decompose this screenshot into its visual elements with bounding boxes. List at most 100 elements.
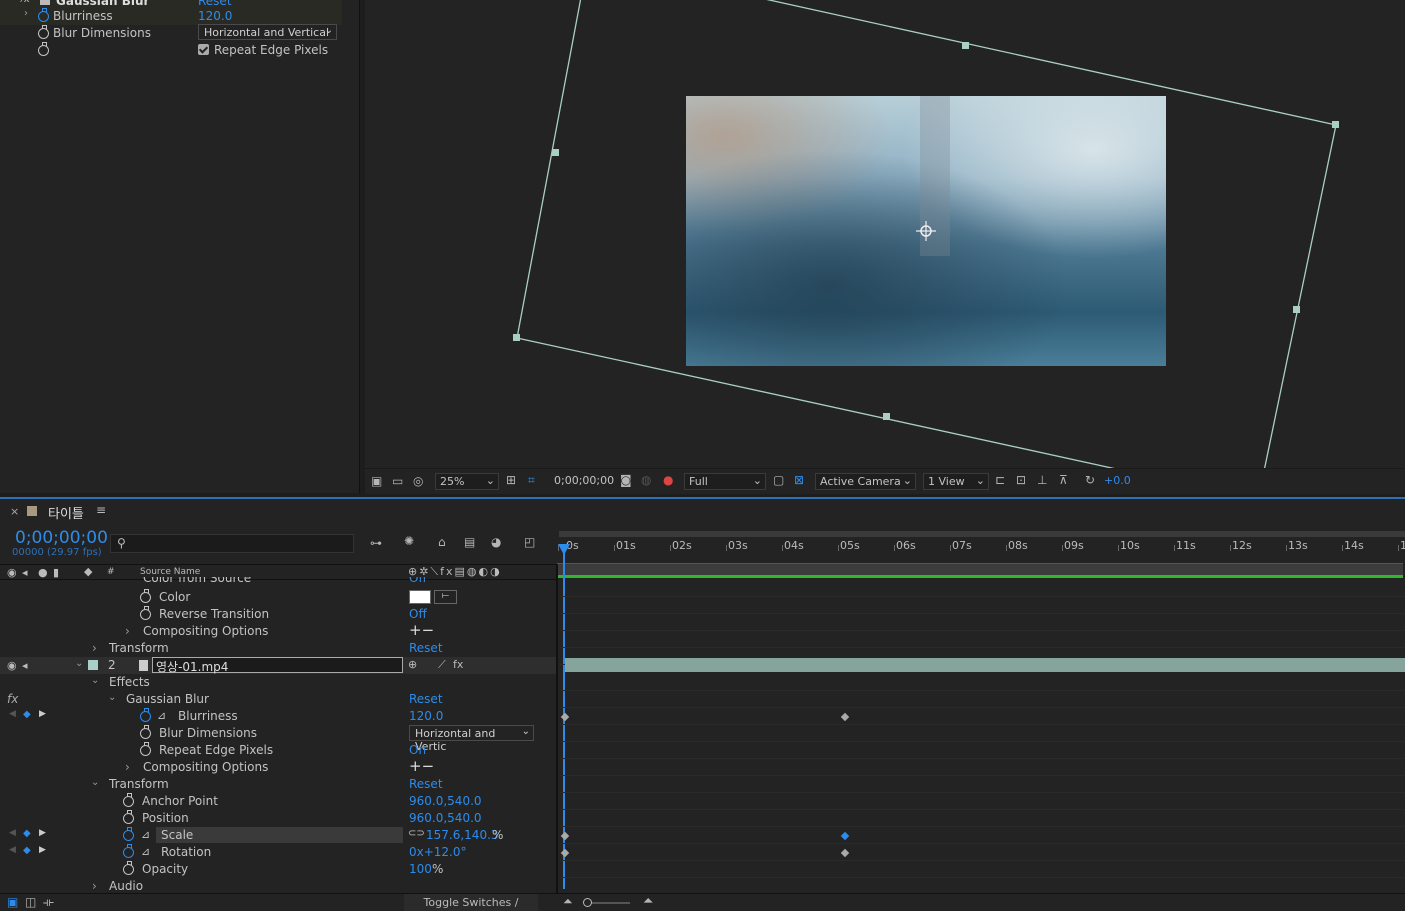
quality-switch-icon[interactable]: ⟋ bbox=[438, 658, 446, 672]
expand-arrow-icon[interactable]: › bbox=[92, 879, 97, 893]
fx-blur-dimensions-dropdown[interactable]: Horizontal and Vertical ⌄ bbox=[198, 24, 337, 40]
stopwatch-icon[interactable] bbox=[123, 844, 134, 858]
speaker-icon[interactable]: ◂ bbox=[22, 659, 28, 672]
col-source-name[interactable]: Source Name bbox=[140, 567, 200, 577]
value[interactable]: Off bbox=[409, 577, 427, 585]
comp-flowchart-icon[interactable]: ⊶ bbox=[370, 536, 382, 550]
next-keyframe-icon[interactable]: ▶ bbox=[39, 828, 46, 838]
zoom-dropdown[interactable]: 25% ⌄ bbox=[435, 473, 499, 490]
value[interactable]: 0x+12.0° bbox=[409, 845, 467, 859]
collapse-arrow-icon[interactable]: ⌄ bbox=[91, 675, 99, 686]
region-of-interest-icon[interactable]: ▢ bbox=[773, 473, 784, 487]
layer-duration-bar[interactable] bbox=[565, 658, 1405, 672]
effect-reset-link[interactable]: Reset bbox=[198, 0, 232, 8]
transform-handle[interactable] bbox=[1293, 306, 1300, 313]
mask-visibility-icon[interactable]: ⌗ bbox=[528, 473, 535, 488]
shy-layers-icon[interactable]: ⌂ bbox=[438, 535, 446, 549]
zoom-in-icon[interactable]: ⏶ bbox=[643, 894, 653, 909]
transform-handle[interactable] bbox=[552, 149, 559, 156]
value[interactable]: 960.0,540.0 bbox=[409, 794, 482, 808]
timeline-timecode[interactable]: 0;00;00;00 bbox=[15, 528, 108, 548]
transform-handle[interactable] bbox=[962, 42, 969, 49]
zoom-out-icon[interactable]: ⏶ bbox=[563, 894, 573, 909]
collapse-arrow-icon[interactable]: ⌄ bbox=[91, 777, 99, 788]
effect-enable-checkbox[interactable] bbox=[40, 0, 50, 5]
graph-editor-icon[interactable]: ◰ bbox=[524, 535, 535, 549]
composition-viewer[interactable] bbox=[365, 0, 1405, 468]
prev-keyframe-icon[interactable]: ◀ bbox=[9, 845, 16, 855]
add-remove-icon[interactable]: +− bbox=[409, 757, 434, 775]
fx-icon[interactable]: fx bbox=[7, 692, 18, 706]
tab-menu-icon[interactable]: ≡ bbox=[96, 503, 106, 517]
transform-handle[interactable] bbox=[883, 413, 890, 420]
vr-icon[interactable]: ◎ bbox=[413, 474, 423, 488]
timeline-icon[interactable]: ⊥ bbox=[1037, 473, 1047, 487]
value[interactable]: 157.6,140.3 bbox=[426, 828, 499, 842]
transform-handle[interactable] bbox=[1332, 121, 1339, 128]
stopwatch-icon[interactable] bbox=[140, 708, 151, 722]
reset-link[interactable]: Reset bbox=[409, 777, 443, 791]
view-layout-dropdown[interactable]: 1 View ⌄ bbox=[923, 473, 989, 490]
always-preview-icon[interactable]: ▣ bbox=[371, 474, 382, 488]
color-swatch[interactable] bbox=[409, 590, 431, 604]
stopwatch-icon[interactable] bbox=[38, 8, 49, 22]
motion-blur-icon[interactable]: ◕ bbox=[491, 535, 501, 549]
layer-row-video[interactable]: ◉ ◂ ⌄ 2 영상-01.mp4 ⊕ ⟋ fx bbox=[0, 657, 556, 674]
resolution-dropdown[interactable]: Full ⌄ bbox=[684, 473, 766, 490]
expand-arrow-icon[interactable]: › bbox=[24, 8, 28, 19]
frame-blending-icon[interactable]: ▤ bbox=[464, 535, 475, 549]
reset-exposure-icon[interactable]: ↻ bbox=[1085, 473, 1095, 487]
value[interactable]: 120.0 bbox=[409, 709, 443, 723]
layer-search-input[interactable]: ⚲ bbox=[110, 534, 354, 553]
flowchart-icon[interactable]: ⊼ bbox=[1059, 473, 1068, 487]
add-keyframe-icon[interactable]: ◆ bbox=[23, 709, 31, 720]
toggle-pixel-aspect-icon[interactable]: ⊏ bbox=[995, 473, 1005, 487]
toggle-switches-modes-button[interactable]: Toggle Switches / Modes bbox=[404, 894, 538, 911]
value[interactable]: 100 bbox=[409, 862, 432, 876]
time-ruler[interactable]: 0s 01s 02s 03s 04s 05s 06s 07s 08s 09s 10s 11s 12s 13… bbox=[557, 529, 1405, 579]
add-keyframe-icon[interactable]: ◆ bbox=[23, 845, 31, 856]
eye-icon[interactable]: ◉ bbox=[7, 659, 17, 672]
channel-icon[interactable]: ● bbox=[663, 473, 673, 487]
close-tab-icon[interactable]: × bbox=[10, 505, 19, 518]
constrain-link-icon[interactable]: ⊂⊃ bbox=[408, 828, 425, 839]
stopwatch-icon[interactable] bbox=[140, 589, 151, 603]
work-area-bar[interactable] bbox=[559, 531, 1405, 537]
zoom-slider-thumb[interactable] bbox=[583, 898, 592, 907]
panel-divider[interactable] bbox=[556, 564, 558, 893]
stopwatch-icon[interactable] bbox=[140, 742, 151, 756]
collapse-arrow-icon[interactable]: ⌄ bbox=[75, 658, 83, 669]
expand-arrow-icon[interactable]: › bbox=[92, 641, 97, 655]
show-snapshot-icon[interactable]: ◍ bbox=[641, 473, 651, 487]
viewer-timecode[interactable]: 0;00;00;00 bbox=[554, 474, 614, 487]
expand-arrow-icon[interactable]: › bbox=[125, 760, 130, 774]
comp-tab-title[interactable]: 타이틀 bbox=[48, 503, 84, 522]
stopwatch-icon[interactable] bbox=[123, 810, 134, 824]
prev-keyframe-icon[interactable]: ◀ bbox=[9, 709, 16, 719]
repeat-edge-checkbox[interactable] bbox=[198, 44, 209, 55]
graph-icon[interactable]: ⊿ bbox=[141, 828, 150, 841]
reset-link[interactable]: Reset bbox=[409, 641, 443, 655]
layer-name-field[interactable]: 영상-01.mp4 bbox=[152, 657, 403, 674]
fast-preview-icon[interactable]: ⊡ bbox=[1016, 473, 1026, 487]
reset-link[interactable]: Reset bbox=[409, 692, 443, 706]
add-keyframe-icon[interactable]: ◆ bbox=[23, 828, 31, 839]
value[interactable]: On bbox=[409, 743, 426, 757]
blur-dimensions-dropdown[interactable]: Horizontal and Vertic ⌄ bbox=[409, 725, 534, 753]
value[interactable]: Off bbox=[409, 607, 427, 621]
safe-margins-icon[interactable]: ⊞ bbox=[506, 473, 516, 487]
fx-blurriness-value[interactable]: 120.0 bbox=[198, 9, 232, 23]
effect-switch-icon[interactable]: fx bbox=[453, 658, 463, 671]
next-keyframe-icon[interactable]: ▶ bbox=[39, 845, 46, 855]
draft-3d-icon[interactable]: ✺ bbox=[404, 534, 414, 548]
value[interactable]: 960.0,540.0 bbox=[409, 811, 482, 825]
stopwatch-icon[interactable] bbox=[123, 793, 134, 807]
graph-icon[interactable]: ⊿ bbox=[157, 709, 166, 722]
eyedropper-icon[interactable]: ⟝ bbox=[434, 590, 457, 604]
shy-switch-icon[interactable]: ⊕ bbox=[408, 658, 417, 671]
prev-keyframe-icon[interactable]: ◀ bbox=[9, 828, 16, 838]
transform-handle[interactable] bbox=[513, 334, 520, 341]
transparency-grid-icon[interactable]: ⊠ bbox=[794, 473, 804, 487]
expand-arrow-icon[interactable]: › bbox=[125, 624, 130, 638]
graph-icon[interactable]: ⊿ bbox=[141, 845, 150, 858]
